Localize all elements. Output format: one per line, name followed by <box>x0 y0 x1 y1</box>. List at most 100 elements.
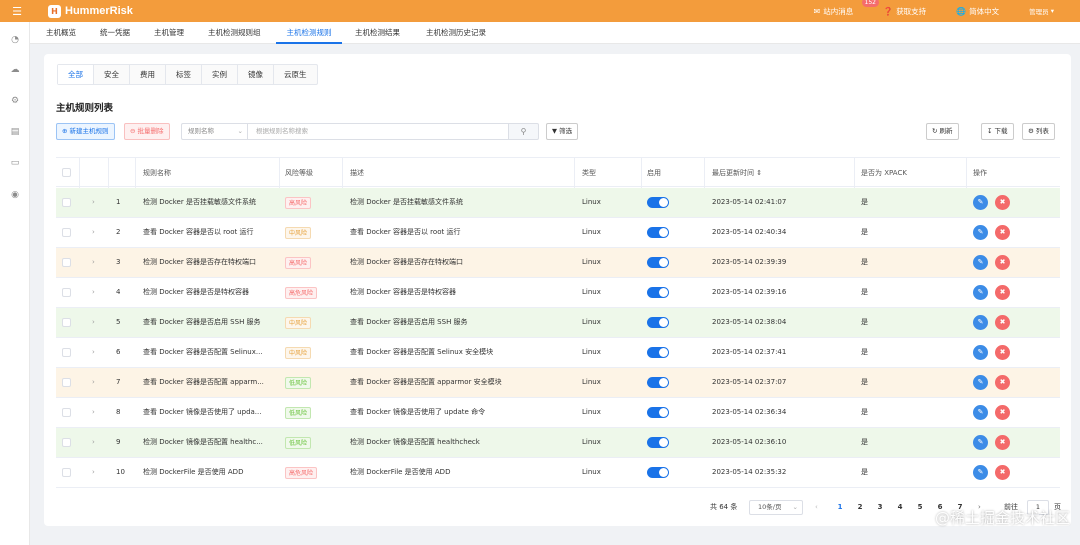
sort-icon[interactable]: ⇕ <box>756 169 762 177</box>
delete-button[interactable]: ✖ <box>995 345 1010 360</box>
rule-name[interactable]: 查看 Docker 容器是否以 root 运行 <box>143 218 273 247</box>
report-icon[interactable]: ▤ <box>9 126 21 138</box>
enabled-toggle[interactable] <box>647 377 669 388</box>
edit-button[interactable]: ✎ <box>973 255 988 270</box>
enabled-toggle[interactable] <box>647 227 669 238</box>
row-checkbox[interactable] <box>62 468 71 477</box>
header-type[interactable]: 类型 <box>582 158 596 188</box>
delete-button[interactable]: ✖ <box>995 315 1010 330</box>
table-row[interactable]: › 10 检测 DockerFile 是否使用 ADD 高危风险 检测 DockerFi… <box>56 458 1060 488</box>
support-link[interactable]: ❓ 获取支持 <box>883 6 926 17</box>
table-row[interactable]: › 1 检测 Docker 是否挂载敏感文件系统 高风险 检测 Docker 是否挂载敏… <box>56 188 1060 218</box>
prev-page-icon[interactable]: ‹ <box>815 497 818 517</box>
filter-button[interactable]: ▼ 筛选 <box>546 123 579 140</box>
messages-link[interactable]: ✉ 站内消息 152 <box>814 0 879 17</box>
delete-button[interactable]: ✖ <box>995 255 1010 270</box>
user-menu[interactable]: 管理员 ▾ <box>1029 6 1054 16</box>
subtab-instance[interactable]: 实例 <box>202 65 238 84</box>
edit-button[interactable]: ✎ <box>973 405 988 420</box>
subtab-cost[interactable]: 费用 <box>130 65 166 84</box>
expand-row-icon[interactable]: › <box>92 428 95 457</box>
subtab-cloud-native[interactable]: 云原生 <box>274 65 317 84</box>
tab-host-management[interactable]: 主机管理 <box>154 22 184 44</box>
rule-name[interactable]: 查看 Docker 容器是否启用 SSH 服务 <box>143 308 273 337</box>
expand-row-icon[interactable]: › <box>92 218 95 247</box>
expand-row-icon[interactable]: › <box>92 368 95 397</box>
enabled-toggle[interactable] <box>647 407 669 418</box>
enabled-toggle[interactable] <box>647 437 669 448</box>
edit-button[interactable]: ✎ <box>973 225 988 240</box>
rule-name[interactable]: 查看 Docker 镜像是否使用了 upda... <box>143 398 273 427</box>
create-rule-button[interactable]: ⊕ 新建主机规则 <box>56 123 115 140</box>
select-all-checkbox[interactable] <box>62 168 71 177</box>
table-row[interactable]: › 3 检测 Docker 容器是否存在特权端口 高风险 检测 Docker 容器是否存… <box>56 248 1060 278</box>
rule-name[interactable]: 检测 Docker 镜像是否配置 healthc... <box>143 428 273 457</box>
delete-button[interactable]: ✖ <box>995 435 1010 450</box>
table-row[interactable]: › 9 检测 Docker 镜像是否配置 healthc... 低风险 检测 Docke… <box>56 428 1060 458</box>
table-row[interactable]: › 7 查看 Docker 容器是否配置 apparm... 低风险 查看 Docker… <box>56 368 1060 398</box>
row-checkbox[interactable] <box>62 438 71 447</box>
table-row[interactable]: › 4 检测 Docker 容器是否是特权容器 高危风险 检测 Docker 容器是否是… <box>56 278 1060 308</box>
delete-button[interactable]: ✖ <box>995 405 1010 420</box>
search-button[interactable]: ⚲ <box>509 123 539 140</box>
dashboard-icon[interactable]: ◔ <box>9 34 21 46</box>
enabled-toggle[interactable] <box>647 257 669 268</box>
delete-button[interactable]: ✖ <box>995 465 1010 480</box>
delete-button[interactable]: ✖ <box>995 285 1010 300</box>
delete-button[interactable]: ✖ <box>995 195 1010 210</box>
download-button[interactable]: ↧ 下载 <box>981 123 1014 140</box>
refresh-button[interactable]: ↻ 刷新 <box>926 123 959 140</box>
expand-row-icon[interactable]: › <box>92 398 95 427</box>
header-enabled[interactable]: 启用 <box>647 158 661 188</box>
row-checkbox[interactable] <box>62 288 71 297</box>
expand-row-icon[interactable]: › <box>92 308 95 337</box>
rule-name[interactable]: 检测 Docker 容器是否存在特权端口 <box>143 248 273 277</box>
expand-row-icon[interactable]: › <box>92 278 95 307</box>
edit-button[interactable]: ✎ <box>973 345 988 360</box>
edit-button[interactable]: ✎ <box>973 465 988 480</box>
tab-rule-groups[interactable]: 主机检测规则组 <box>208 22 261 44</box>
subtab-all[interactable]: 全部 <box>58 65 94 84</box>
monitor-icon[interactable]: ▭ <box>9 157 21 169</box>
edit-button[interactable]: ✎ <box>973 285 988 300</box>
page-5[interactable]: 5 <box>910 497 930 517</box>
header-severity[interactable]: 风险等级 <box>285 158 313 188</box>
page-3[interactable]: 3 <box>870 497 890 517</box>
enabled-toggle[interactable] <box>647 317 669 328</box>
row-checkbox[interactable] <box>62 348 71 357</box>
enabled-toggle[interactable] <box>647 467 669 478</box>
table-row[interactable]: › 2 查看 Docker 容器是否以 root 运行 中风险 查看 Docker 容器… <box>56 218 1060 248</box>
enabled-toggle[interactable] <box>647 347 669 358</box>
delete-button[interactable]: ✖ <box>995 375 1010 390</box>
system-icon[interactable]: ◉ <box>9 189 21 201</box>
expand-row-icon[interactable]: › <box>92 188 95 217</box>
rule-name[interactable]: 查看 Docker 容器是否配置 apparm... <box>143 368 273 397</box>
rule-name[interactable]: 检测 Docker 是否挂载敏感文件系统 <box>143 188 273 217</box>
page-2[interactable]: 2 <box>850 497 870 517</box>
delete-button[interactable]: ✖ <box>995 225 1010 240</box>
row-checkbox[interactable] <box>62 198 71 207</box>
header-description[interactable]: 描述 <box>350 158 364 188</box>
cloud-icon[interactable]: ☁ <box>9 64 21 76</box>
enabled-toggle[interactable] <box>647 287 669 298</box>
logo[interactable]: H HummerRisk <box>48 4 133 18</box>
subtab-image[interactable]: 镜像 <box>238 65 274 84</box>
table-row[interactable]: › 8 查看 Docker 镜像是否使用了 upda... 低风险 查看 Docker … <box>56 398 1060 428</box>
search-input[interactable]: 根据规则名称搜索 <box>247 123 509 140</box>
language-switch[interactable]: 🌐 简体中文 <box>956 6 999 17</box>
page-1[interactable]: 1 <box>830 497 850 517</box>
subtab-security[interactable]: 安全 <box>94 65 130 84</box>
table-row[interactable]: › 6 查看 Docker 容器是否配置 Selinux... 中风险 查看 Docke… <box>56 338 1060 368</box>
tab-history[interactable]: 主机检测历史记录 <box>426 22 486 44</box>
page-4[interactable]: 4 <box>890 497 910 517</box>
row-checkbox[interactable] <box>62 378 71 387</box>
enabled-toggle[interactable] <box>647 197 669 208</box>
tab-credentials[interactable]: 统一凭据 <box>100 22 130 44</box>
edit-button[interactable]: ✎ <box>973 315 988 330</box>
expand-row-icon[interactable]: › <box>92 248 95 277</box>
row-checkbox[interactable] <box>62 318 71 327</box>
menu-toggle-icon[interactable]: ☰ <box>0 0 34 22</box>
edit-button[interactable]: ✎ <box>973 195 988 210</box>
header-xpack[interactable]: 是否为 XPACK <box>861 158 907 188</box>
batch-delete-button[interactable]: ⊖ 批量删除 <box>124 123 170 140</box>
